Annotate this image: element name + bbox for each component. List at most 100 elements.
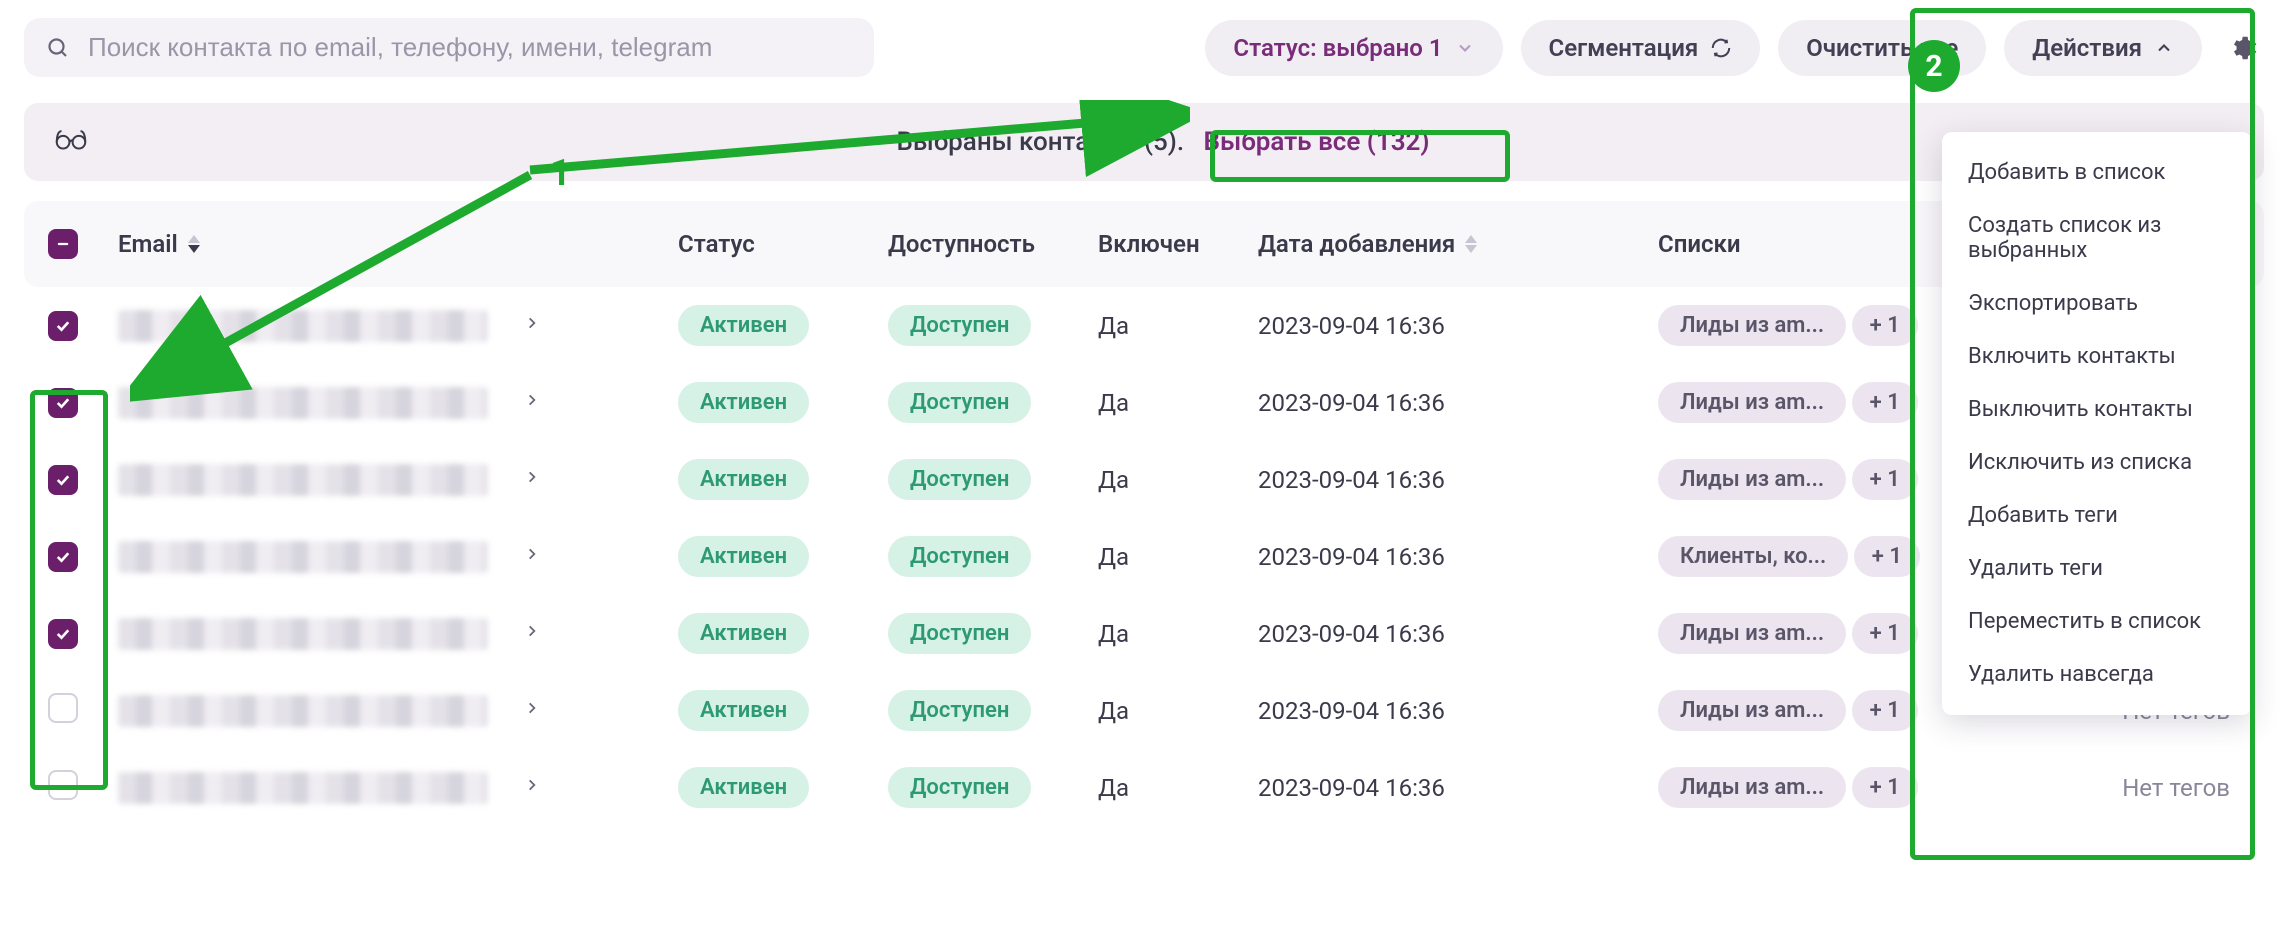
- enabled-cell: Да: [1098, 312, 1258, 340]
- clear-all-button[interactable]: Очистить все: [1778, 20, 1986, 76]
- list-more-badge[interactable]: + 1: [1852, 613, 1918, 654]
- row-checkbox[interactable]: [48, 311, 78, 341]
- column-email-label: Email: [118, 230, 178, 258]
- tags-cell: Нет тегов: [1958, 774, 2240, 802]
- status-filter-label: Статус: выбрано 1: [1233, 34, 1442, 62]
- chevron-up-icon: [2154, 38, 2174, 58]
- status-badge: Активен: [678, 690, 809, 731]
- actions-menu-item[interactable]: Удалить навсегда: [1942, 648, 2252, 701]
- row-checkbox[interactable]: [48, 465, 78, 495]
- segmentation-label: Сегментация: [1549, 34, 1699, 62]
- list-badge[interactable]: Лиды из am...: [1658, 459, 1846, 500]
- search-icon: [46, 36, 70, 60]
- list-badge[interactable]: Лиды из am...: [1658, 382, 1846, 423]
- row-checkbox[interactable]: [48, 388, 78, 418]
- search-input[interactable]: [88, 32, 852, 63]
- select-all-link[interactable]: Выбрать все (132): [1203, 127, 1429, 157]
- email-redacted: [118, 310, 488, 342]
- column-availability[interactable]: Доступность: [888, 230, 1098, 258]
- segmentation-button[interactable]: Сегментация: [1521, 20, 1761, 76]
- availability-badge: Доступен: [888, 382, 1031, 423]
- availability-badge: Доступен: [888, 459, 1031, 500]
- toolbar: Статус: выбрано 1 Сегментация Очистить в…: [0, 0, 2288, 95]
- email-redacted: [118, 695, 488, 727]
- actions-menu-item[interactable]: Удалить теги: [1942, 542, 2252, 595]
- expand-row-button[interactable]: [512, 466, 552, 494]
- date-cell: 2023-09-04 16:36: [1258, 697, 1658, 725]
- status-badge: Активен: [678, 382, 809, 423]
- list-badge[interactable]: Клиенты, ко...: [1658, 536, 1848, 577]
- status-badge: Активен: [678, 459, 809, 500]
- expand-row-button[interactable]: [512, 312, 552, 340]
- list-more-badge[interactable]: + 1: [1854, 536, 1920, 577]
- enabled-cell: Да: [1098, 697, 1258, 725]
- list-more-badge[interactable]: + 1: [1852, 690, 1918, 731]
- table-header: Email Статус Доступность Включен Дата до…: [24, 201, 2264, 287]
- list-more-badge[interactable]: + 1: [1852, 767, 1918, 808]
- table-row: АктивенДоступенДа2023-09-04 16:36Лиды из…: [24, 749, 2264, 826]
- list-more-badge[interactable]: + 1: [1852, 305, 1918, 346]
- column-enabled[interactable]: Включен: [1098, 230, 1258, 258]
- actions-menu-item[interactable]: Экспортировать: [1942, 277, 2252, 330]
- sort-icon: [188, 235, 200, 253]
- email-redacted: [118, 618, 488, 650]
- clear-all-label: Очистить все: [1806, 34, 1958, 62]
- expand-row-button[interactable]: [512, 543, 552, 571]
- expand-row-button[interactable]: [512, 774, 552, 802]
- expand-row-button[interactable]: [512, 389, 552, 417]
- table-row: АктивенДоступенДа2023-09-04 16:36Лиды из…: [24, 441, 2264, 518]
- status-badge: Активен: [678, 613, 809, 654]
- row-checkbox[interactable]: [48, 542, 78, 572]
- select-all-checkbox[interactable]: [48, 229, 78, 259]
- date-cell: 2023-09-04 16:36: [1258, 543, 1658, 571]
- table-row: Активен Доступен Да2023-09-04 16:36Лиды из…: [24, 672, 2264, 749]
- actions-dropdown: Добавить в списокСоздать список из выбра…: [1942, 132, 2252, 715]
- actions-menu-item[interactable]: Добавить в список: [1942, 146, 2252, 199]
- date-cell: 2023-09-04 16:36: [1258, 466, 1658, 494]
- date-cell: 2023-09-04 16:36: [1258, 312, 1658, 340]
- expand-row-button[interactable]: [512, 620, 552, 648]
- settings-button[interactable]: [2220, 26, 2264, 70]
- expand-row-button[interactable]: [512, 697, 552, 725]
- actions-menu-item[interactable]: Создать список из выбранных: [1942, 199, 2252, 277]
- actions-menu-item[interactable]: Включить контакты: [1942, 330, 2252, 383]
- status-badge: Активен: [678, 767, 809, 808]
- email-redacted: [118, 772, 488, 804]
- column-email[interactable]: Email: [118, 230, 678, 258]
- view-icon[interactable]: [52, 125, 90, 159]
- list-badge[interactable]: Лиды из am...: [1658, 690, 1846, 731]
- actions-menu-item[interactable]: Исключить из списка: [1942, 436, 2252, 489]
- column-date[interactable]: Дата добавления: [1258, 230, 1658, 258]
- email-redacted: [118, 464, 488, 496]
- date-cell: 2023-09-04 16:36: [1258, 774, 1658, 802]
- row-checkbox[interactable]: [48, 619, 78, 649]
- enabled-cell: Да: [1098, 543, 1258, 571]
- row-checkbox[interactable]: [48, 693, 78, 723]
- row-checkbox[interactable]: [48, 770, 78, 800]
- table-row: Активен Доступен Да2023-09-04 16:36Лиды из…: [24, 287, 2264, 364]
- email-redacted: [118, 541, 488, 573]
- table-row: АктивенДоступенДа2023-09-04 16:36Лиды из…: [24, 364, 2264, 441]
- column-lists[interactable]: Списки: [1658, 230, 1958, 258]
- search-field-wrap[interactable]: [24, 18, 874, 77]
- list-badge[interactable]: Лиды из am...: [1658, 613, 1846, 654]
- enabled-cell: Да: [1098, 620, 1258, 648]
- actions-menu-item[interactable]: Выключить контакты: [1942, 383, 2252, 436]
- status-badge: Активен: [678, 305, 809, 346]
- availability-badge: Доступен: [888, 305, 1031, 346]
- list-more-badge[interactable]: + 1: [1852, 459, 1918, 500]
- actions-menu-item[interactable]: Переместить в список: [1942, 595, 2252, 648]
- gear-icon: [2227, 33, 2257, 63]
- availability-badge: Доступен: [888, 690, 1031, 731]
- selection-bar: Выбраны контакты (5). Выбрать все (132): [24, 103, 2264, 181]
- column-status[interactable]: Статус: [678, 230, 888, 258]
- date-cell: 2023-09-04 16:36: [1258, 620, 1658, 648]
- actions-menu-item[interactable]: Добавить теги: [1942, 489, 2252, 542]
- refresh-icon: [1710, 37, 1732, 59]
- status-filter-button[interactable]: Статус: выбрано 1: [1205, 20, 1502, 76]
- actions-button[interactable]: Действия: [2004, 20, 2202, 76]
- list-badge[interactable]: Лиды из am...: [1658, 305, 1846, 346]
- list-badge[interactable]: Лиды из am...: [1658, 767, 1846, 808]
- status-badge: Активен: [678, 536, 809, 577]
- list-more-badge[interactable]: + 1: [1852, 382, 1918, 423]
